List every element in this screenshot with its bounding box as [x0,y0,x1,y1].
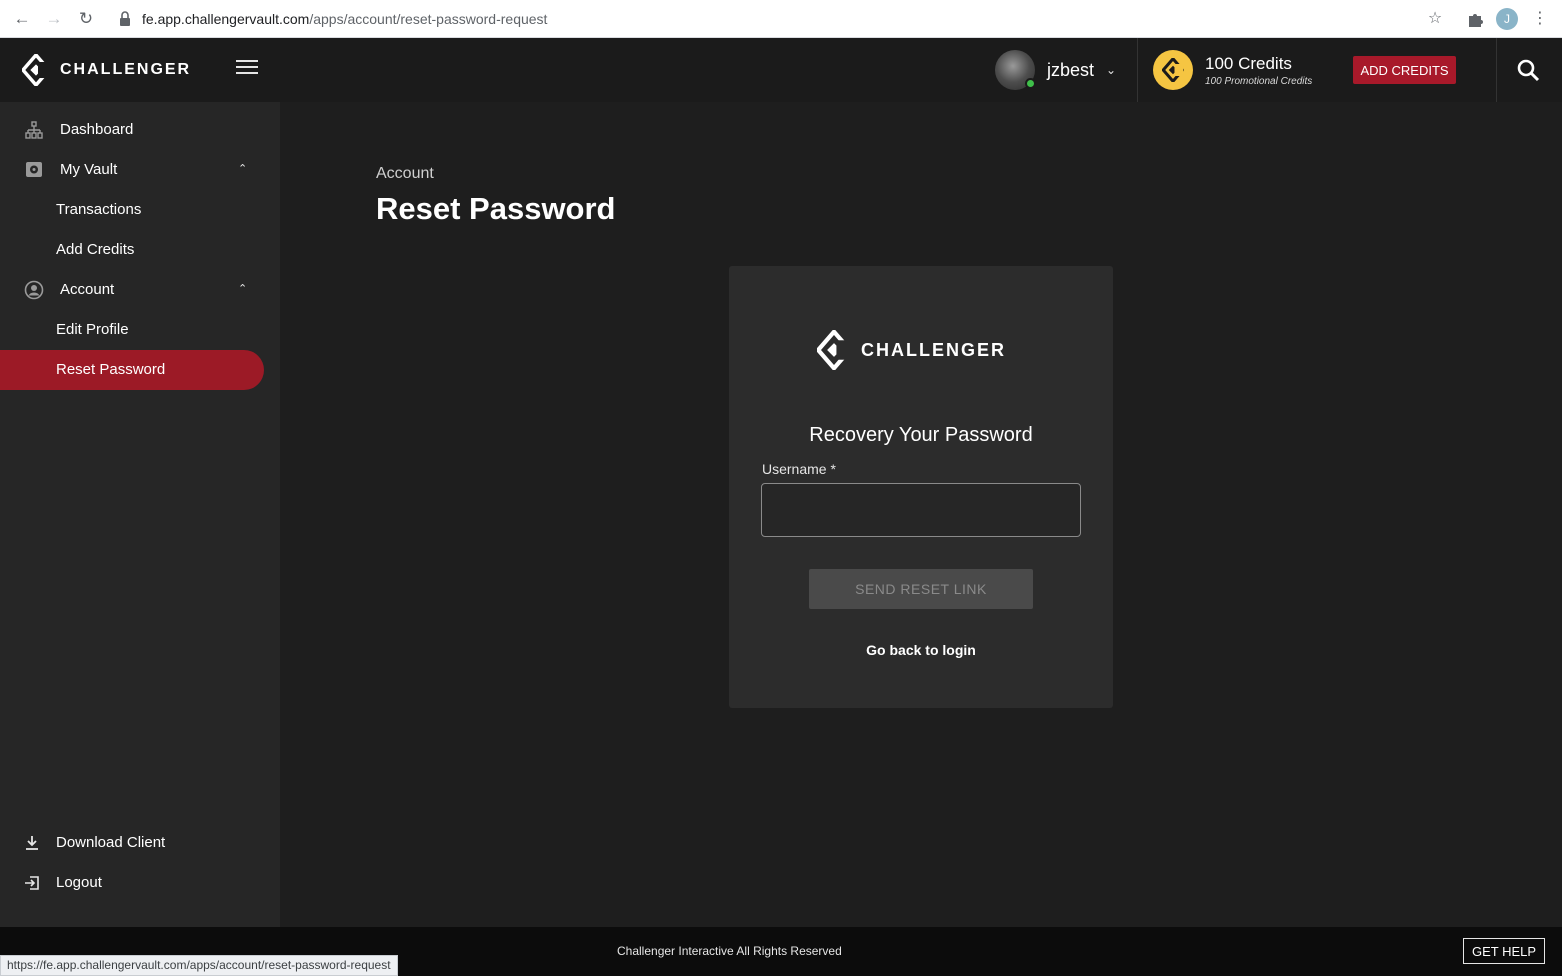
header-divider [1496,38,1497,102]
header-divider [1137,38,1138,102]
reset-password-card: CHALLENGER Recovery Your Password Userna… [729,266,1113,708]
sidebar-item-edit-profile[interactable]: Edit Profile [0,310,264,350]
dashboard-icon [25,121,43,139]
sidebar-item-label: Download Client [56,834,166,851]
sidebar-item-account[interactable]: Account ⌃ [0,270,264,310]
get-help-button[interactable]: GET HELP [1463,938,1545,964]
sidebar: Dashboard My Vault ⌃ Transactions Add Cr… [0,102,280,927]
sidebar-item-label: Dashboard [60,121,134,138]
credit-balance: 100 Credits [1205,53,1292,73]
app-header: CHALLENGER jzbest ⌄ 100 Credits 100 Prom… [0,38,1562,102]
sidebar-item-label: Reset Password [56,361,166,378]
forward-arrow-icon[interactable]: → [44,9,64,29]
profile-avatar[interactable]: J [1496,8,1518,30]
search-icon[interactable] [1516,58,1540,82]
kebab-menu-icon[interactable]: ⋮ [1530,9,1550,29]
page-title: Reset Password [376,191,616,226]
sidebar-item-label: Transactions [56,201,142,218]
vault-icon [26,162,42,177]
sidebar-item-label: Edit Profile [56,321,129,338]
url-path: /apps/account/reset-password-request [309,11,548,27]
sidebar-item-add-credits[interactable]: Add Credits [0,230,264,270]
card-heading: Recovery Your Password [809,424,1033,446]
sidebar-item-logout[interactable]: Logout [0,863,264,903]
online-status-dot [1025,78,1036,89]
add-credits-button[interactable]: ADD CREDITS [1353,56,1456,84]
hamburger-menu-icon[interactable] [236,60,258,78]
challenger-logo-icon [22,54,50,86]
sidebar-item-reset-password[interactable]: Reset Password [0,350,264,390]
challenger-logo-icon [817,330,851,370]
card-brand-logo: CHALLENGER [817,330,1006,370]
browser-toolbar: ← → ↻ fe.app.challengervault.com/apps/ac… [0,0,1562,38]
user-menu[interactable]: jzbest ⌄ [995,50,1116,90]
bookmark-star-icon[interactable]: ☆ [1425,9,1445,29]
status-bar-url: https://fe.app.challengervault.com/apps/… [0,955,398,976]
url-host: fe.app.challengervault.com [142,11,310,27]
username: jzbest [1047,59,1095,80]
send-reset-link-button[interactable]: SEND RESET LINK [809,569,1033,609]
avatar [995,50,1036,90]
sidebar-item-label: Logout [56,874,102,891]
chevron-up-icon: ⌃ [238,163,248,175]
copyright-text: Challenger Interactive All Rights Reserv… [617,944,842,958]
breadcrumb: Account [376,165,434,182]
sidebar-item-dashboard[interactable]: Dashboard [0,110,264,150]
username-label: Username * [762,461,836,477]
address-bar[interactable]: fe.app.challengervault.com/apps/account/… [142,11,547,27]
chevron-down-icon: ⌄ [1106,63,1117,77]
credits-display: 100 Credits 100 Promotional Credits [1153,50,1312,90]
promo-credit-balance: 100 Promotional Credits [1205,75,1313,87]
brand-name: CHALLENGER [60,61,192,78]
brand-logo[interactable]: CHALLENGER [22,52,191,88]
username-input[interactable] [761,483,1081,537]
reload-icon[interactable]: ↻ [76,9,96,29]
lock-icon [120,11,130,26]
sidebar-item-label: Account [60,281,115,298]
sidebar-item-transactions[interactable]: Transactions [0,190,264,230]
logout-icon [25,876,39,890]
sidebar-item-download-client[interactable]: Download Client [0,823,264,863]
download-icon [26,836,38,850]
sidebar-item-my-vault[interactable]: My Vault ⌃ [0,150,264,190]
extensions-icon[interactable] [1465,9,1485,29]
brand-name: CHALLENGER [861,339,1006,360]
credit-coin-icon [1153,50,1193,90]
sidebar-item-label: My Vault [60,161,118,178]
back-arrow-icon[interactable]: ← [12,9,32,29]
account-circle-icon [24,280,44,300]
sidebar-item-label: Add Credits [56,241,135,258]
main-content: Account Reset Password CHALLENGER Recove… [280,102,1562,927]
go-back-to-login-link[interactable]: Go back to login [729,642,1113,658]
chevron-up-icon: ⌃ [238,283,248,295]
